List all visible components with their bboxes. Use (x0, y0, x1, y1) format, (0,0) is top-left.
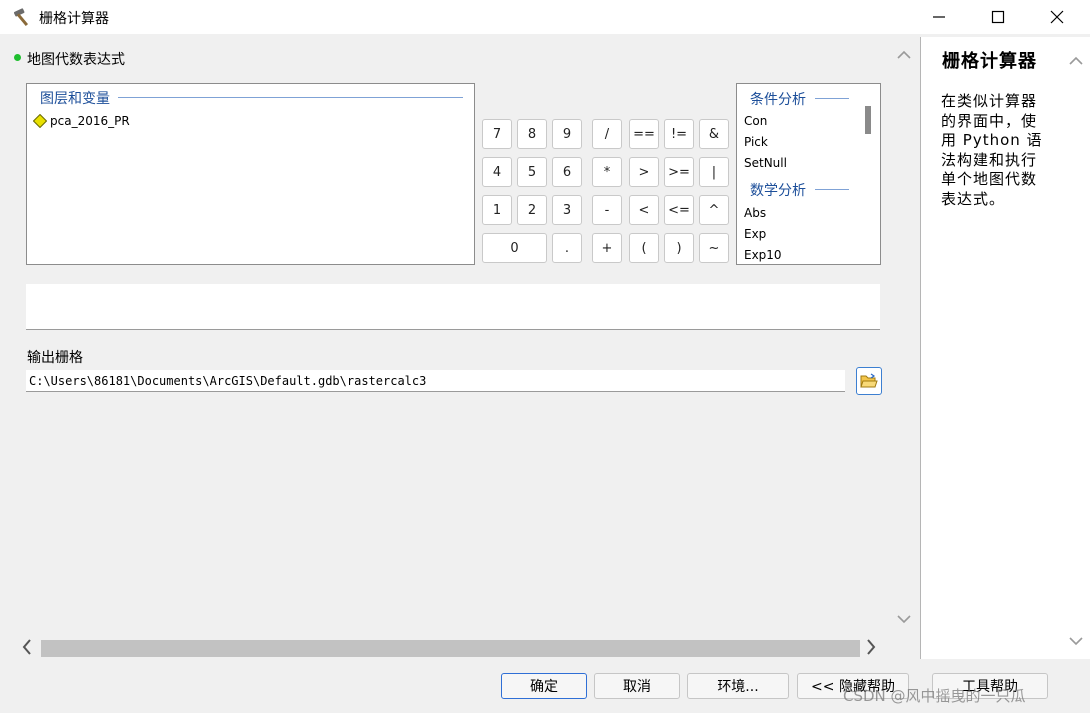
key-1[interactable]: 1 (482, 195, 512, 225)
functions-list[interactable]: 条件分析 Con Pick SetNull 数学分析 Abs Exp Exp10 (736, 83, 881, 265)
key-close-paren[interactable]: ) (664, 233, 694, 263)
output-raster-label: 输出栅格 (27, 350, 83, 366)
key-plus[interactable]: + (592, 233, 622, 263)
maximize-button[interactable] (969, 0, 1027, 34)
function-group-divider (815, 98, 849, 99)
key-less[interactable]: < (629, 195, 659, 225)
key-not[interactable]: ~ (699, 233, 729, 263)
expression-label: 地图代数表达式 (27, 52, 125, 68)
scroll-down-icon[interactable] (896, 610, 912, 629)
minimize-button[interactable] (910, 0, 968, 34)
window-title: 栅格计算器 (39, 11, 109, 27)
key-6[interactable]: 6 (552, 157, 582, 187)
function-item-exp[interactable]: Exp (744, 227, 766, 241)
open-folder-icon (860, 373, 878, 388)
key-and[interactable]: & (699, 119, 729, 149)
scroll-right-icon[interactable] (864, 638, 882, 658)
function-item-setnull[interactable]: SetNull (744, 156, 787, 170)
required-indicator-icon (14, 54, 21, 61)
key-3[interactable]: 3 (552, 195, 582, 225)
key-greater-equal[interactable]: >= (664, 157, 694, 187)
functions-scrollbar-thumb[interactable] (865, 106, 871, 134)
key-decimal[interactable]: . (552, 233, 582, 263)
key-not-equal[interactable]: != (664, 119, 694, 149)
key-divide[interactable]: / (592, 119, 622, 149)
key-multiply[interactable]: * (592, 157, 622, 187)
function-group-header: 数学分析 (750, 183, 806, 199)
function-group-header: 条件分析 (750, 92, 806, 108)
layers-list[interactable] (26, 83, 475, 265)
layer-item[interactable]: pca_2016_PR (50, 114, 130, 128)
key-9[interactable]: 9 (552, 119, 582, 149)
scroll-left-icon[interactable] (20, 638, 38, 658)
close-icon (1050, 10, 1064, 24)
key-open-paren[interactable]: ( (629, 233, 659, 263)
help-title: 栅格计算器 (942, 51, 1037, 72)
function-group-divider (815, 189, 849, 190)
layers-header-divider (118, 97, 463, 98)
horizontal-scrollbar-thumb[interactable] (41, 640, 860, 657)
environments-button[interactable]: 环境... (687, 673, 789, 699)
function-item-pick[interactable]: Pick (744, 135, 768, 149)
function-item-con[interactable]: Con (744, 114, 767, 128)
close-button[interactable] (1028, 0, 1086, 34)
raster-layer-icon (33, 114, 47, 128)
key-less-equal[interactable]: <= (664, 195, 694, 225)
hammer-icon (13, 8, 29, 27)
output-raster-field[interactable] (26, 370, 845, 392)
cancel-button[interactable]: 取消 (594, 673, 680, 699)
ok-button[interactable]: 确定 (501, 673, 587, 699)
help-scroll-up-icon[interactable] (1068, 52, 1084, 71)
key-4[interactable]: 4 (482, 157, 512, 187)
key-0[interactable]: 0 (482, 233, 547, 263)
key-8[interactable]: 8 (517, 119, 547, 149)
key-or[interactable]: | (699, 157, 729, 187)
browse-button[interactable] (856, 367, 882, 395)
maximize-icon (991, 10, 1005, 24)
key-7[interactable]: 7 (482, 119, 512, 149)
expression-textbox[interactable] (26, 284, 880, 330)
help-body: 在类似计算器的界面中，使用 Python 语法构建和执行单个地图代数表达式。 (941, 92, 1043, 208)
key-minus[interactable]: - (592, 195, 622, 225)
key-2[interactable]: 2 (517, 195, 547, 225)
help-scroll-down-icon[interactable] (1068, 632, 1084, 651)
layers-header: 图层和变量 (40, 91, 110, 107)
scroll-up-icon[interactable] (896, 46, 912, 65)
key-5[interactable]: 5 (517, 157, 547, 187)
key-xor[interactable]: ^ (699, 195, 729, 225)
key-greater[interactable]: > (629, 157, 659, 187)
minimize-icon (933, 16, 945, 18)
function-item-exp10[interactable]: Exp10 (744, 248, 782, 262)
watermark: CSDN @风中摇曳的一只瓜 (843, 687, 1026, 705)
key-equal[interactable]: == (629, 119, 659, 149)
function-item-abs[interactable]: Abs (744, 206, 766, 220)
